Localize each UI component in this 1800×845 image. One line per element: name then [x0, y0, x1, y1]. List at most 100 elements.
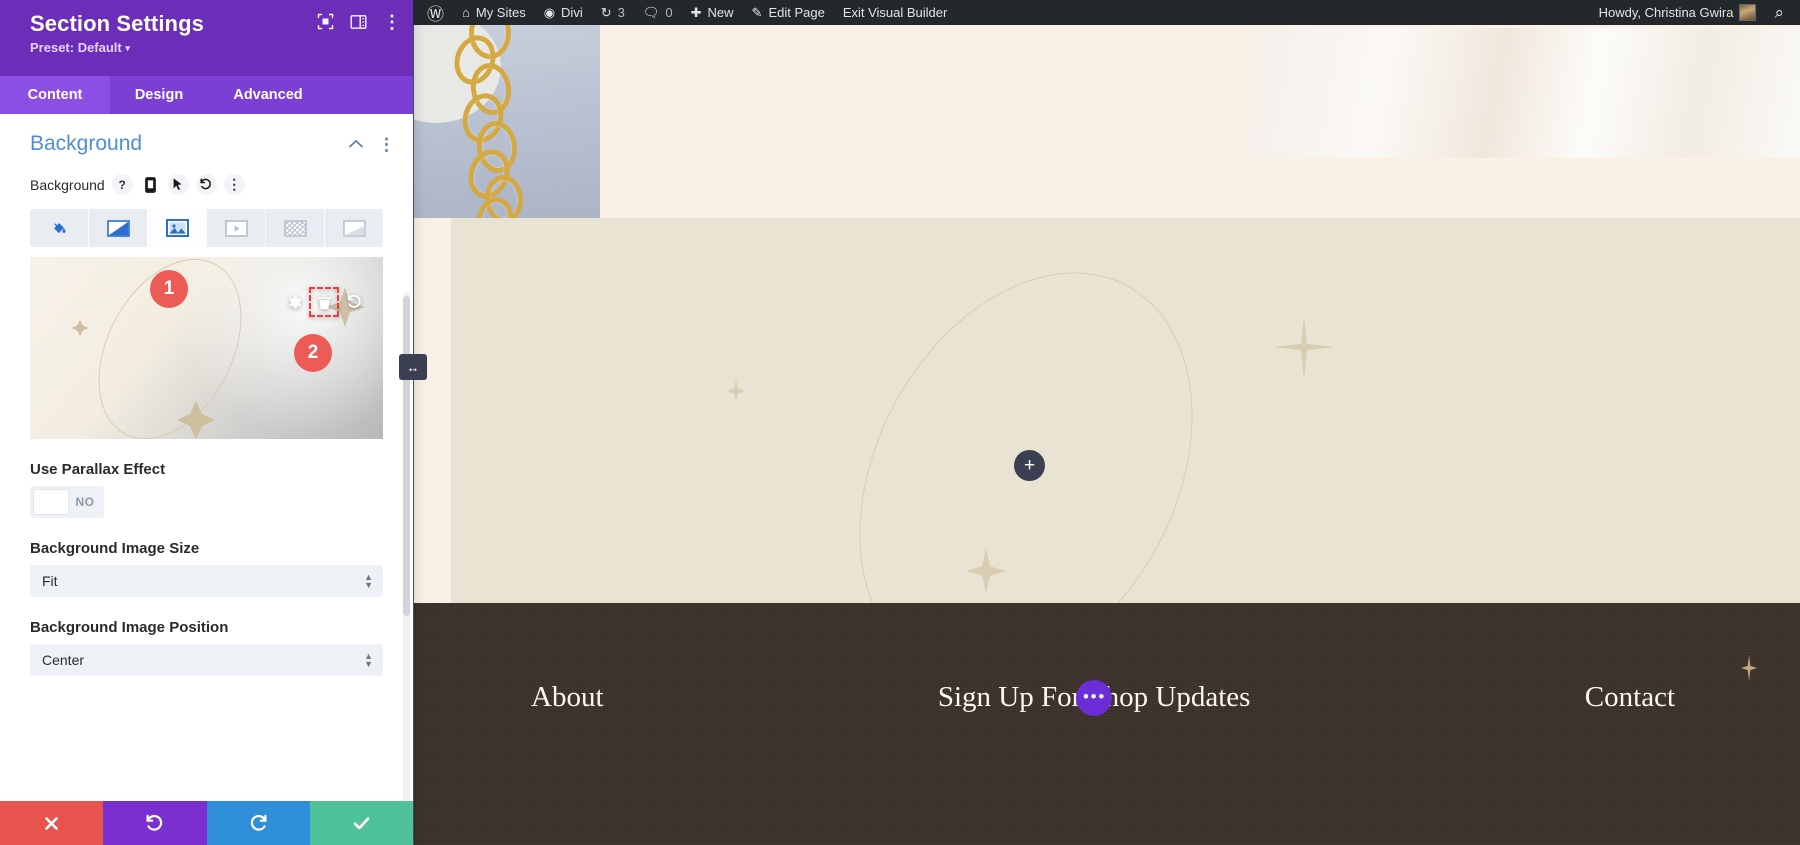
background-color-tab[interactable] [30, 209, 89, 247]
select-arrows-icon: ▲ ▼ [364, 651, 373, 669]
admin-search-button[interactable]: ⌕ [1765, 0, 1800, 25]
redo-button[interactable] [206, 801, 310, 845]
parallax-toggle-value: NO [75, 495, 95, 509]
background-mask-tab[interactable] [325, 209, 383, 247]
my-sites-menu[interactable]: ⌂ My Sites [453, 0, 535, 25]
background-pattern-tab[interactable] [266, 209, 325, 247]
background-image-position-select[interactable]: Center ▲ ▼ [30, 644, 383, 676]
comment-bubble-icon: 🗨 [642, 4, 660, 20]
background-image-position-value: Center [42, 652, 85, 668]
background-video-tab[interactable] [207, 209, 266, 247]
page-preview-area: Ⓦ ⌂ My Sites ◉ Divi ↻ 3 🗨 0 ✚ New ✎ Edit… [413, 0, 1800, 845]
background-image-size-value: Fit [42, 573, 58, 589]
responsive-phone-icon[interactable] [140, 174, 161, 195]
my-sites-label: My Sites [475, 5, 526, 20]
comments-count: 0 [665, 5, 673, 20]
panel-header-actions: ⋮ [317, 13, 401, 31]
divi-visual-builder-screen: Ⓦ ⌂ My Sites ◉ Divi ↻ 3 🗨 0 ✚ New ✎ Edit… [0, 0, 1800, 845]
section-with-background[interactable]: + [413, 214, 1800, 736]
divi-menu[interactable]: ◉ Divi [535, 0, 592, 25]
section-settings-panel: Section Settings Preset: Default ▾ ⋮ Con… [0, 0, 413, 845]
focus-expand-icon[interactable] [317, 13, 334, 30]
chevron-up-icon[interactable] [348, 139, 364, 149]
section-inner: + [451, 214, 1800, 736]
updates-menu[interactable]: ↻ 3 [592, 0, 634, 25]
scrollbar-thumb[interactable] [403, 296, 410, 616]
background-image-size-label: Background Image Size [30, 540, 200, 557]
edit-page-label: Edit Page [768, 5, 825, 20]
gold-chain-product-image [413, 25, 600, 230]
reset-undo-icon[interactable] [195, 174, 217, 195]
row-settings-dots-button[interactable]: ••• [1076, 679, 1113, 716]
wordpress-logo-icon[interactable]: Ⓦ [413, 0, 453, 25]
background-image-tab[interactable] [148, 209, 207, 247]
howdy-user-menu[interactable]: Howdy, Christina Gwira [1590, 0, 1766, 25]
panel-preview-divider [413, 25, 414, 845]
hero-section [413, 25, 1800, 230]
wordpress-admin-bar: Ⓦ ⌂ My Sites ◉ Divi ↻ 3 🗨 0 ✚ New ✎ Edit… [413, 0, 1800, 25]
image-delete-trash-icon[interactable] [309, 287, 339, 317]
footer-link-contact[interactable]: Contact [1585, 681, 1675, 714]
background-accordion-header[interactable]: Background ⋮ [0, 114, 413, 168]
hover-cursor-icon[interactable] [167, 174, 189, 195]
panel-action-bar [0, 801, 413, 845]
footer-link-signup[interactable]: Sign Up For Shop Updates ••• [938, 679, 1250, 716]
tab-content[interactable]: Content [0, 76, 110, 114]
undo-button[interactable] [103, 801, 207, 845]
panel-resize-handle[interactable]: ↔ [399, 354, 427, 380]
footer-navigation: About Sign Up For Shop Updates ••• Conta… [413, 679, 1800, 716]
wordpress-logo-glyph: Ⓦ [427, 5, 444, 24]
divi-label: Divi [561, 5, 583, 20]
new-label: New [707, 5, 734, 20]
background-image-size-select[interactable]: Fit ▲ ▼ [30, 565, 383, 597]
background-type-tabs [30, 209, 383, 247]
search-icon: ⌕ [1774, 2, 1784, 22]
panel-header: Section Settings Preset: Default ▾ ⋮ [0, 0, 413, 76]
page-stage: + About Sign Up For Shop Updates ••• Con… [413, 25, 1800, 845]
preset-label: Preset: Default [30, 40, 122, 55]
plus-icon: ✚ [690, 4, 702, 20]
site-footer: About Sign Up For Shop Updates ••• Conta… [413, 603, 1800, 845]
panel-body: Background ⋮ Background ? ⋮ 1 2 Use Para… [0, 114, 413, 801]
parallax-option-label: Use Parallax Effect [30, 461, 166, 478]
image-reset-undo-icon[interactable] [343, 291, 365, 313]
marble-texture-image [1249, 28, 1800, 158]
background-field-label: Background [30, 176, 105, 193]
new-content-menu[interactable]: ✚ New [682, 0, 743, 25]
exit-visual-builder-label: Exit Visual Builder [842, 5, 948, 20]
more-options-icon[interactable]: ⋮ [383, 13, 401, 31]
tab-advanced[interactable]: Advanced [208, 76, 328, 114]
tab-design[interactable]: Design [110, 76, 208, 114]
sparkle-decoration-large [1274, 316, 1334, 378]
parallax-toggle-wrap: NO [0, 486, 413, 518]
layout-toggle-icon[interactable] [350, 14, 367, 30]
preset-selector[interactable]: Preset: Default ▾ [30, 40, 395, 55]
exit-visual-builder[interactable]: Exit Visual Builder [834, 0, 957, 25]
footer-link-about[interactable]: About [531, 681, 604, 714]
parallax-toggle[interactable]: NO [30, 486, 104, 518]
field-options-icon[interactable]: ⋮ [223, 174, 245, 195]
chevron-down-icon: ▾ [125, 43, 130, 53]
updates-count: 3 [617, 5, 625, 20]
accordion-more-icon[interactable]: ⋮ [378, 136, 395, 153]
edit-page-menu[interactable]: ✎ Edit Page [743, 0, 834, 25]
save-button[interactable] [309, 801, 413, 845]
sparkle-decoration-small [726, 380, 746, 402]
background-image-preview[interactable]: 1 2 [30, 257, 383, 439]
toggle-knob [33, 489, 69, 515]
footer-sparkle-icon [1741, 655, 1757, 681]
help-icon[interactable]: ? [111, 174, 133, 195]
background-image-position-label: Background Image Position [30, 619, 229, 636]
image-settings-gear-icon[interactable] [283, 291, 305, 313]
house-icon: ⌂ [462, 5, 470, 20]
refresh-icon: ↻ [600, 4, 612, 20]
divi-icon: ◉ [543, 4, 556, 20]
comments-menu[interactable]: 🗨 0 [634, 0, 682, 25]
add-row-button[interactable]: + [1014, 450, 1045, 481]
preview-tool-icons [283, 287, 365, 317]
background-gradient-tab[interactable] [89, 209, 148, 247]
howdy-label: Howdy, Christina Gwira [1598, 5, 1734, 20]
pencil-icon: ✎ [751, 4, 763, 20]
cancel-button[interactable] [0, 801, 104, 845]
avatar [1739, 4, 1757, 21]
